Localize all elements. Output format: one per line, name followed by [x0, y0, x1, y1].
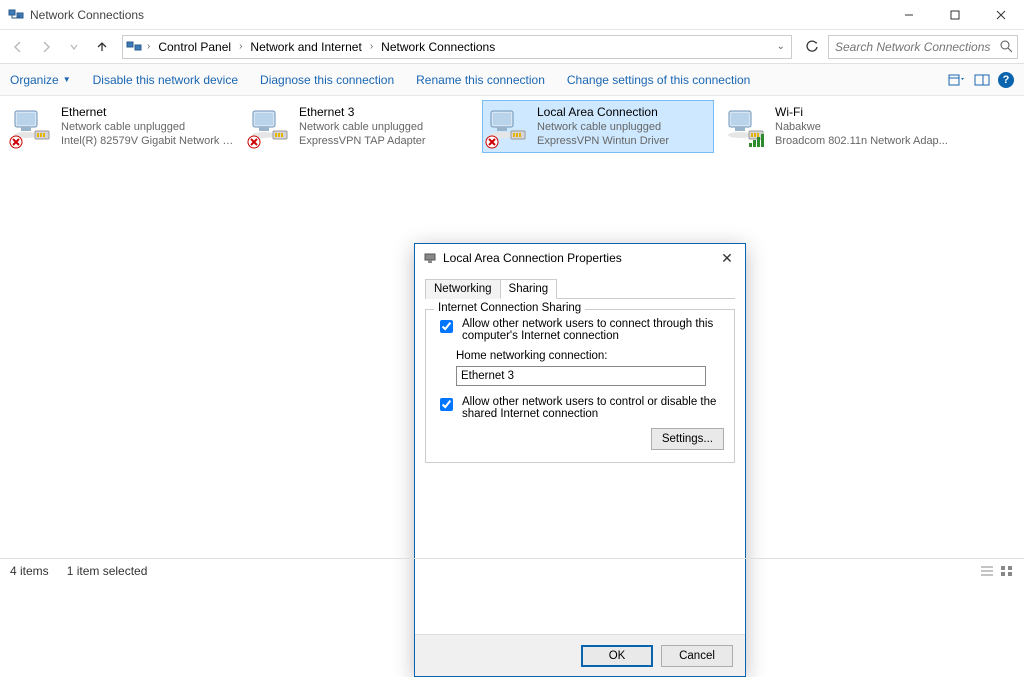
address-breadcrumb[interactable]: › Control Panel › Network and Internet ›… — [122, 35, 792, 59]
connection-name: Wi-Fi — [775, 105, 948, 120]
connection-status: Nabakwe — [775, 120, 948, 134]
cancel-button[interactable]: Cancel — [661, 645, 733, 667]
adapter-icon — [423, 251, 437, 265]
group-title: Internet Connection Sharing — [434, 302, 585, 314]
large-icons-view-icon[interactable] — [1000, 565, 1014, 577]
breadcrumb-item[interactable]: Network Connections — [377, 38, 499, 56]
home-networking-label: Home networking connection: — [456, 350, 724, 362]
wifi-signal-icon — [749, 134, 764, 147]
internet-connection-sharing-group: Internet Connection Sharing Allow other … — [425, 309, 735, 463]
unplugged-x-icon — [485, 135, 499, 149]
disable-device-command[interactable]: Disable this network device — [93, 73, 238, 87]
unplugged-x-icon — [247, 135, 261, 149]
connection-device: Broadcom 802.11n Network Adap... — [775, 134, 948, 148]
window-title: Network Connections — [30, 8, 886, 22]
adapter-icon — [249, 105, 291, 147]
tab-sharing[interactable]: Sharing — [500, 279, 558, 299]
connection-status: Network cable unplugged — [61, 120, 239, 134]
connections-view: EthernetNetwork cable unpluggedIntel(R) … — [0, 96, 1024, 558]
chevron-right-icon[interactable]: › — [237, 41, 244, 52]
rename-command[interactable]: Rename this connection — [416, 73, 545, 87]
connection-item[interactable]: Local Area ConnectionNetwork cable unplu… — [482, 100, 714, 153]
window-maximize-button[interactable] — [932, 0, 978, 30]
dialog-footer: OK Cancel — [415, 634, 745, 676]
allow-connect-checkbox-row[interactable]: Allow other network users to connect thr… — [436, 318, 724, 342]
home-networking-combobox[interactable]: Ethernet 3 — [456, 366, 706, 386]
allow-control-checkbox-row[interactable]: Allow other network users to control or … — [436, 396, 724, 420]
connection-item[interactable]: Wi-FiNabakweBroadcom 802.11n Network Ada… — [720, 100, 952, 153]
connection-name: Ethernet — [61, 105, 239, 120]
help-icon[interactable]: ? — [998, 72, 1014, 88]
network-connections-app-icon — [8, 7, 24, 23]
adapter-icon — [11, 105, 53, 147]
adapter-icon — [725, 105, 767, 147]
dialog-titlebar: Local Area Connection Properties ✕ — [415, 244, 745, 272]
status-bar: 4 items 1 item selected — [0, 558, 1024, 582]
connection-device: Intel(R) 82579V Gigabit Network C... — [61, 134, 239, 148]
adapter-icon — [487, 105, 529, 147]
unplugged-x-icon — [9, 135, 23, 149]
selected-count: 1 item selected — [67, 564, 148, 578]
chevron-right-icon[interactable]: › — [368, 41, 375, 52]
allow-connect-checkbox[interactable] — [440, 320, 453, 333]
settings-button[interactable]: Settings... — [651, 428, 724, 450]
command-bar: Organize▼ Disable this network device Di… — [0, 64, 1024, 96]
connection-status: Network cable unplugged — [537, 120, 669, 134]
chevron-down-icon[interactable]: ⌄ — [773, 41, 789, 52]
organize-menu[interactable]: Organize▼ — [10, 73, 71, 87]
recent-locations-dropdown[interactable] — [62, 35, 86, 59]
connection-name: Local Area Connection — [537, 105, 669, 120]
forward-button[interactable] — [34, 35, 58, 59]
tab-networking[interactable]: Networking — [425, 279, 501, 299]
item-count: 4 items — [10, 564, 49, 578]
connection-device: ExpressVPN Wintun Driver — [537, 134, 669, 148]
window-close-button[interactable] — [978, 0, 1024, 30]
refresh-button[interactable] — [800, 35, 824, 59]
allow-connect-label: Allow other network users to connect thr… — [462, 318, 724, 342]
details-view-icon[interactable] — [980, 565, 994, 577]
allow-control-checkbox[interactable] — [440, 398, 453, 411]
diagnose-command[interactable]: Diagnose this connection — [260, 73, 394, 87]
view-options-button[interactable] — [948, 73, 966, 87]
breadcrumb-item[interactable]: Network and Internet — [246, 38, 365, 56]
dialog-tabs: Networking Sharing — [425, 278, 735, 299]
up-button[interactable] — [90, 35, 114, 59]
window-titlebar: Network Connections — [0, 0, 1024, 30]
allow-control-label: Allow other network users to control or … — [462, 396, 724, 420]
network-connections-location-icon — [125, 38, 143, 56]
navigation-bar: › Control Panel › Network and Internet ›… — [0, 30, 1024, 64]
connection-device: ExpressVPN TAP Adapter — [299, 134, 426, 148]
change-settings-command[interactable]: Change settings of this connection — [567, 73, 750, 87]
dialog-close-button[interactable]: ✕ — [717, 248, 737, 268]
chevron-right-icon[interactable]: › — [145, 41, 152, 52]
connection-name: Ethernet 3 — [299, 105, 426, 120]
ok-button[interactable]: OK — [581, 645, 653, 667]
breadcrumb-item[interactable]: Control Panel — [154, 38, 235, 56]
connection-properties-dialog: Local Area Connection Properties ✕ Netwo… — [414, 243, 746, 677]
home-networking-value: Ethernet 3 — [461, 370, 514, 382]
caret-down-icon: ▼ — [63, 75, 71, 84]
preview-pane-button[interactable] — [974, 73, 990, 87]
connection-item[interactable]: EthernetNetwork cable unpluggedIntel(R) … — [6, 100, 238, 153]
search-icon[interactable] — [1000, 40, 1013, 53]
window-minimize-button[interactable] — [886, 0, 932, 30]
connection-item[interactable]: Ethernet 3Network cable unpluggedExpress… — [244, 100, 476, 153]
back-button[interactable] — [6, 35, 30, 59]
dialog-title: Local Area Connection Properties — [443, 251, 711, 265]
connection-status: Network cable unplugged — [299, 120, 426, 134]
search-input[interactable] — [833, 39, 1000, 55]
search-box[interactable] — [828, 35, 1018, 59]
